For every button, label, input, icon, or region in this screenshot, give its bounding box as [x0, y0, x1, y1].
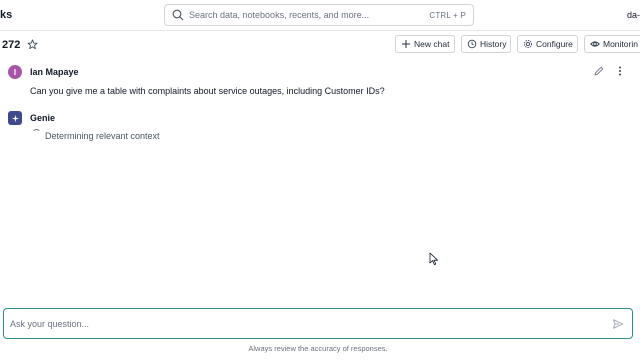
page-title: 272	[2, 39, 21, 51]
avatar: I	[8, 65, 22, 79]
assistant-name: Genie	[30, 113, 56, 123]
eye-icon	[590, 39, 600, 49]
sparkle-icon	[11, 114, 20, 123]
user-name: Ian Mapaye	[30, 67, 79, 77]
mouse-cursor	[429, 252, 438, 265]
more-vertical-icon[interactable]	[614, 65, 626, 77]
global-search[interactable]: Search data, notebooks, recents, and mor…	[164, 4, 474, 26]
brand-name[interactable]: ks	[0, 9, 12, 21]
question-input[interactable]	[10, 316, 600, 332]
configure-label: Configure	[536, 39, 573, 49]
assistant-status: Determining relevant context	[45, 131, 160, 141]
monitoring-label: Monitorin	[603, 39, 638, 49]
pencil-icon[interactable]	[593, 65, 605, 77]
new-chat-button[interactable]: New chat	[395, 35, 455, 53]
genie-avatar	[8, 111, 22, 125]
gear-icon	[523, 39, 533, 49]
user-message-text: Can you give me a table with complaints …	[30, 86, 385, 96]
question-composer	[3, 308, 633, 339]
configure-button[interactable]: Configure	[517, 35, 578, 53]
monitoring-button[interactable]: Monitorin	[584, 35, 640, 53]
plus-icon	[401, 39, 411, 49]
history-button[interactable]: History	[461, 35, 511, 53]
new-chat-label: New chat	[414, 39, 450, 49]
history-label: History	[480, 39, 507, 49]
loading-spinner	[32, 129, 41, 138]
search-placeholder: Search data, notebooks, recents, and mor…	[189, 10, 370, 20]
account-switcher[interactable]: da-	[627, 10, 640, 20]
accuracy-disclaimer: Always review the accuracy of responses.	[248, 344, 388, 353]
search-shortcut: CTRL + P	[429, 10, 466, 20]
top-bar: ks Search data, notebooks, recents, and …	[0, 0, 640, 31]
search-icon	[172, 9, 184, 21]
history-icon	[467, 39, 477, 49]
star-icon[interactable]	[27, 39, 38, 50]
send-icon[interactable]	[612, 318, 624, 330]
